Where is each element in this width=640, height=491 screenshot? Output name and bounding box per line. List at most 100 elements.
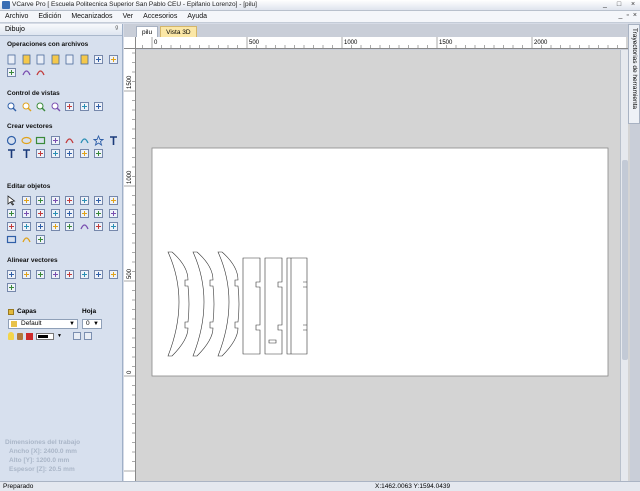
polyline-icon[interactable] [50,135,61,146]
select-icon[interactable] [6,195,17,206]
close-button[interactable]: × [628,0,638,10]
section-align: Alinear vectores [7,257,58,264]
zoom-in-icon[interactable] [21,101,32,112]
undo-icon[interactable] [21,67,32,78]
fill-pattern-icon[interactable] [93,148,104,159]
minimize-button[interactable]: _ [600,0,610,10]
dimension-icon[interactable] [35,148,46,159]
layer-manager-icon[interactable] [72,332,81,340]
layer-color-swatch[interactable] [26,332,33,340]
toolpaths-side-tab[interactable]: Trayectorias de herramienta [628,24,640,124]
subtract-icon[interactable] [79,208,90,219]
bend-icon[interactable] [21,234,32,245]
drawing-canvas[interactable] [136,50,630,481]
curve-icon[interactable] [79,135,90,146]
chevron-down-icon[interactable]: ▼ [57,333,62,339]
menu-mecanizados[interactable]: Mecanizados [66,13,117,20]
space-vertical-icon[interactable] [6,282,17,293]
view-3d-icon[interactable] [79,101,90,112]
menu-edicion[interactable]: Edición [33,13,66,20]
ungroup-icon[interactable] [64,195,75,206]
text-arc-icon[interactable] [21,148,32,159]
rounded-rect-icon[interactable] [6,234,17,245]
trim-icon[interactable] [35,208,46,219]
curve-fit-icon[interactable] [79,221,90,232]
space-horizontal-icon[interactable] [108,269,119,280]
line-color-picker[interactable] [36,332,54,340]
star-icon[interactable] [93,135,104,146]
array-icon[interactable] [108,208,119,219]
offset-icon[interactable] [50,208,61,219]
lock-icon[interactable] [17,332,23,340]
close-icon[interactable] [21,208,32,219]
measure-icon[interactable] [93,221,104,232]
align-center-icon[interactable] [6,269,17,280]
layer-add-icon[interactable] [83,332,92,340]
doc-restore-button[interactable]: ▫ [626,12,628,19]
paste-icon[interactable] [6,67,17,78]
move-icon[interactable] [79,195,90,206]
menu-ver[interactable]: Ver [118,13,139,20]
shape-icon[interactable] [50,148,61,159]
bitmap-trace-icon[interactable] [64,148,75,159]
weld-icon[interactable] [64,208,75,219]
redo-icon[interactable] [35,67,46,78]
fillet-icon[interactable] [6,221,17,232]
import-icon[interactable] [64,54,75,65]
layer-select[interactable]: Default ▼ [8,319,78,329]
text-icon[interactable] [108,135,119,146]
copy-icon[interactable] [108,54,119,65]
sheet-select[interactable]: 0 ▼ [82,319,102,329]
doc-minimize-button[interactable]: _ [619,12,623,19]
arc-icon[interactable] [64,135,75,146]
snap-icon[interactable] [35,234,46,245]
zoom-window-icon[interactable] [35,101,46,112]
join-icon[interactable] [6,208,17,219]
align-top-icon[interactable] [79,269,90,280]
mirror-icon[interactable] [108,195,119,206]
smooth-icon[interactable] [21,221,32,232]
break-icon[interactable] [64,221,75,232]
transform-icon[interactable] [35,195,46,206]
align-hcenter-icon[interactable] [21,269,32,280]
open-file-icon[interactable] [21,54,32,65]
import-bitmap-icon[interactable] [79,54,90,65]
pin-icon[interactable]: ᵍ [115,25,118,32]
node-edit-icon[interactable] [21,195,32,206]
ellipse-icon[interactable] [20,135,32,146]
lightbulb-icon[interactable] [8,332,14,340]
delete-icon[interactable] [108,221,119,232]
align-left-icon[interactable] [50,269,61,280]
align-right-icon[interactable] [64,269,75,280]
scale-icon[interactable] [93,195,104,206]
canvas-svg[interactable] [136,50,630,481]
view-2d-icon[interactable] [64,101,75,112]
menu-ayuda[interactable]: Ayuda [182,13,212,20]
view-split-icon[interactable] [93,101,104,112]
chamfer-icon[interactable] [50,221,61,232]
maximize-button[interactable]: □ [614,0,624,10]
sheet-label: Hoja [82,308,97,315]
menu-accesorios[interactable]: Accesorios [138,13,182,20]
grid-icon[interactable] [79,148,90,159]
doc-close-button[interactable]: × [633,12,637,19]
zoom-out-icon[interactable] [50,101,61,112]
zoom-fit-icon[interactable] [6,101,17,112]
cut-icon[interactable] [93,54,104,65]
new-file-icon[interactable] [6,54,17,65]
save-icon[interactable] [35,54,46,65]
tab-vista-3d[interactable]: Vista 3D [160,26,197,37]
text-frame-icon[interactable] [6,148,17,159]
group-icon[interactable] [50,195,61,206]
intersect-icon[interactable] [93,208,104,219]
align-vcenter-icon[interactable] [35,269,46,280]
extend-icon[interactable] [35,221,46,232]
vertical-scrollbar[interactable] [620,50,628,481]
menu-archivo[interactable]: Archivo [0,13,33,20]
scrollbar-thumb[interactable] [622,160,628,360]
align-bottom-icon[interactable] [93,269,104,280]
save-as-icon[interactable] [50,54,61,65]
tab-pilu[interactable]: pilu [136,26,159,37]
rectangle-icon[interactable] [35,135,46,146]
circle-icon[interactable] [6,135,17,146]
